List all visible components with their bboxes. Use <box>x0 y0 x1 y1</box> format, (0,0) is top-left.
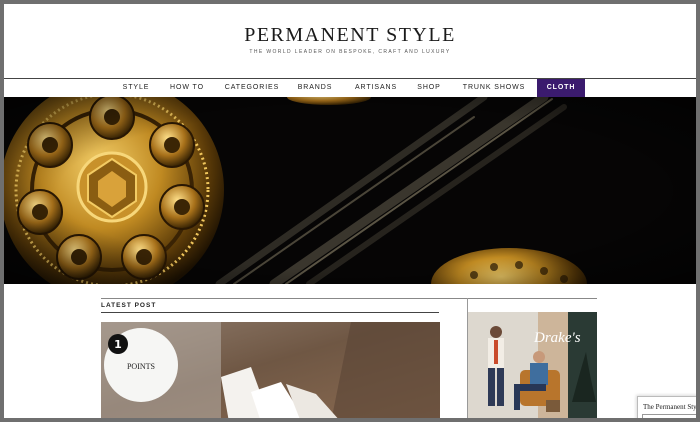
post-badge-number: 1 <box>114 338 122 351</box>
nav-item-shop[interactable]: SHOP <box>411 79 447 97</box>
nav-item-categories[interactable]: CATEGORIES <box>219 79 285 97</box>
drakes-ad-photo: Drake's <box>468 312 597 418</box>
nav-item-artisans[interactable]: ARTISANS <box>348 79 404 97</box>
hero-buttons-illustration <box>4 97 696 284</box>
content-top-rule <box>101 298 597 299</box>
nav-item-style[interactable]: STYLE <box>114 79 158 97</box>
ad-brand-name: Drake's <box>533 330 581 346</box>
main-nav: STYLE HOW TO CATEGORIES BRANDS ARTISANS … <box>4 78 696 98</box>
latest-post-heading: LATEST POST <box>101 302 157 309</box>
latest-post-image[interactable]: 1 POINTS <box>101 322 440 418</box>
latest-post-rule <box>101 312 439 313</box>
page: PERMANENT STYLE THE WORLD LEADER ON BESP… <box>4 4 696 418</box>
hero-banner-image[interactable] <box>4 97 696 284</box>
latest-post-photo: 1 POINTS <box>101 322 440 418</box>
popup-title: The Permanent Sty <box>643 403 696 411</box>
popup-input[interactable] <box>642 414 696 418</box>
post-badge-text: POINTS <box>127 362 155 371</box>
drakes-advert[interactable]: Drake's <box>468 312 597 418</box>
nav-item-trunk-shows[interactable]: TRUNK SHOWS <box>456 79 532 97</box>
site-logo-title[interactable]: PERMANENT STYLE <box>4 24 696 47</box>
newsletter-popup[interactable]: The Permanent Sty <box>637 396 696 418</box>
site-tagline: THE WORLD LEADER ON BESPOKE, CRAFT AND L… <box>249 49 451 55</box>
nav-item-cloth[interactable]: CLOTH <box>537 79 585 97</box>
site-header: PERMANENT STYLE THE WORLD LEADER ON BESP… <box>4 4 696 79</box>
nav-item-brands[interactable]: BRANDS <box>291 79 339 97</box>
nav-item-how-to[interactable]: HOW TO <box>164 79 210 97</box>
